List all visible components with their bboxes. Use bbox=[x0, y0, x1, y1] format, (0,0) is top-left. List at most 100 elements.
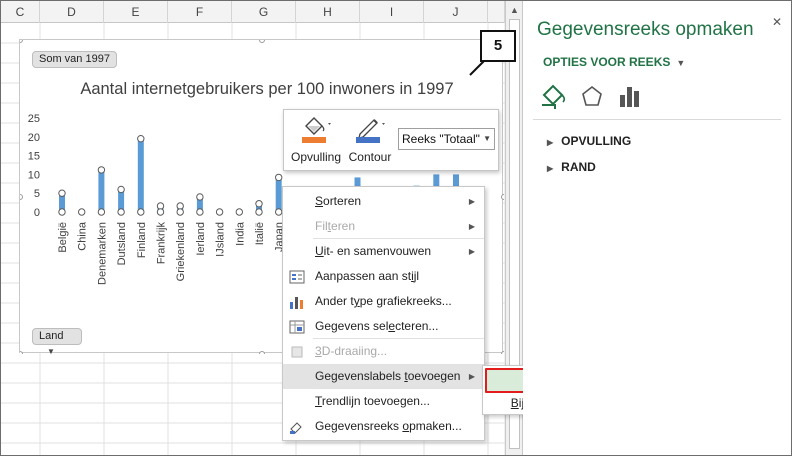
menu-item-label: Ander type grafiekreeks... bbox=[315, 294, 452, 308]
fill-line-tab-icon[interactable] bbox=[539, 81, 569, 113]
menu-item-uit-en-samenvouwen[interactable]: Uit- en samenvouwen ▶ bbox=[283, 239, 484, 264]
series-options-dropdown[interactable]: OPTIES VOOR REEKS ▼ bbox=[543, 55, 685, 69]
menu-item-label: Gegevens selecteren... bbox=[315, 319, 439, 333]
menu-item-label: Uit- en samenvouwen bbox=[315, 244, 432, 258]
resize-handle[interactable] bbox=[259, 351, 265, 355]
chevron-down-icon: ▼ bbox=[676, 58, 686, 68]
submenu-arrow-icon: ▶ bbox=[468, 247, 475, 256]
section-border-label: RAND bbox=[561, 160, 596, 174]
outline-button-label: Contour bbox=[348, 150, 392, 164]
x-tick-label: België bbox=[57, 222, 69, 253]
menu-item-label: Gegevenslabels toevoegen bbox=[315, 369, 461, 383]
selection-handle[interactable] bbox=[137, 208, 145, 216]
x-tick-label: Ierland bbox=[195, 222, 207, 256]
y-tick-label: 5 bbox=[34, 188, 40, 200]
section-border[interactable]: ▶ RAND bbox=[547, 160, 596, 174]
fill-button[interactable]: Opvulling bbox=[289, 114, 343, 164]
series-options-label: OPTIES VOOR REEKS bbox=[543, 55, 671, 69]
menu-item-filteren[interactable]: Filteren ▶ bbox=[283, 214, 484, 239]
column-header[interactable]: E bbox=[104, 1, 168, 23]
menu-item-gegevenslabels-toevoegen[interactable]: Gegevenslabels toevoegen ▶ bbox=[283, 364, 484, 389]
fill-color-swatch bbox=[302, 137, 326, 143]
series-selector[interactable]: Reeks "Totaal" ▼ bbox=[398, 128, 495, 150]
x-tick-label: India bbox=[234, 221, 246, 246]
menu-item-aanpassen-aan-stijl[interactable]: Aanpassen aan stijl bbox=[283, 264, 484, 289]
resize-handle[interactable] bbox=[501, 351, 505, 355]
selection-handle[interactable] bbox=[215, 208, 224, 216]
series-selector-value: Reeks "Totaal" bbox=[402, 132, 480, 146]
y-tick-label: 25 bbox=[28, 113, 40, 125]
menu-item-label: Aanpassen aan stijl bbox=[315, 269, 420, 283]
series-options-tab-icon[interactable] bbox=[617, 83, 643, 111]
menu-item-ander-type-grafiekreeks[interactable]: Ander type grafiekreeks... bbox=[283, 289, 484, 314]
outline-button[interactable]: Contour bbox=[346, 114, 394, 164]
data-bar[interactable] bbox=[275, 177, 282, 212]
data-bar[interactable] bbox=[137, 138, 144, 212]
scroll-up-icon[interactable]: ▲ bbox=[506, 3, 523, 17]
selection-handle[interactable] bbox=[117, 208, 125, 216]
selection-handle[interactable] bbox=[97, 208, 106, 216]
axis-field-button[interactable]: Land ▼ bbox=[32, 328, 82, 356]
y-tick-label: 10 bbox=[28, 169, 40, 181]
menu-item-gegevensreeks-opmaken[interactable]: Gegevensreeks opmaken... bbox=[283, 414, 484, 439]
resize-handle[interactable] bbox=[259, 40, 265, 43]
selection-handle[interactable] bbox=[235, 208, 244, 216]
selection-handle[interactable] bbox=[78, 208, 86, 216]
submenu-arrow-icon: ▶ bbox=[468, 197, 475, 206]
column-header[interactable]: I bbox=[360, 1, 424, 23]
column-header[interactable]: J bbox=[424, 1, 488, 23]
close-icon[interactable]: ✕ bbox=[772, 15, 782, 29]
selection-handle[interactable] bbox=[255, 208, 263, 216]
menu-item-label: 3D-draaiing... bbox=[315, 344, 388, 358]
selection-handle[interactable] bbox=[58, 208, 66, 216]
selection-handle[interactable] bbox=[156, 202, 165, 210]
context-menu: Sorteren ▶ Filteren ▶ Uit- en samenvouwen ▶ Aa… bbox=[282, 186, 485, 441]
axis-field-dropdown-icon: ▼ bbox=[47, 347, 55, 356]
column-header[interactable] bbox=[488, 1, 505, 23]
resize-handle[interactable] bbox=[20, 351, 23, 355]
column-header[interactable]: F bbox=[168, 1, 232, 23]
selection-handle[interactable] bbox=[137, 134, 145, 143]
menu-separator bbox=[313, 238, 484, 239]
column-header[interactable]: C bbox=[1, 1, 40, 23]
format-series-pane: Gegevensreeks opmaken ✕ OPTIES VOOR REEK… bbox=[523, 1, 791, 455]
menu-item-gegevens-selecteren[interactable]: Gegevens selecteren... bbox=[283, 314, 484, 339]
chevron-down-icon: ▼ bbox=[483, 134, 491, 143]
selection-handle[interactable] bbox=[97, 166, 106, 174]
reset-style-icon bbox=[289, 270, 305, 284]
column-header[interactable]: D bbox=[40, 1, 104, 23]
resize-handle[interactable] bbox=[20, 194, 23, 200]
x-tick-label: IJsland bbox=[215, 222, 227, 257]
x-tick-label: China bbox=[77, 221, 89, 251]
selection-handle[interactable] bbox=[275, 173, 283, 182]
worksheet[interactable]: CDEFGHIJ Som van 1997 Aantal internetgeb… bbox=[1, 1, 505, 455]
submenu-arrow-icon: ▶ bbox=[468, 372, 475, 381]
select-data-icon bbox=[289, 320, 305, 334]
menu-item-sorteren[interactable]: Sorteren ▶ bbox=[283, 189, 484, 214]
menu-item-trendlijn-toevoegen[interactable]: Trendlijn toevoegen... bbox=[283, 389, 484, 414]
resize-handle[interactable] bbox=[501, 194, 505, 200]
effects-tab-icon[interactable] bbox=[579, 83, 605, 111]
x-tick-label: Italië bbox=[254, 222, 266, 245]
menu-separator bbox=[313, 338, 484, 339]
selection-handle[interactable] bbox=[196, 208, 204, 216]
x-tick-label: Denemarken bbox=[96, 222, 108, 285]
column-header-bar: CDEFGHIJ bbox=[1, 1, 505, 23]
selection-handle[interactable] bbox=[58, 189, 66, 197]
selection-handle[interactable] bbox=[176, 208, 184, 216]
data-bar[interactable] bbox=[98, 169, 105, 212]
selection-handle[interactable] bbox=[156, 208, 165, 216]
format-series-icon bbox=[290, 422, 302, 434]
section-fill[interactable]: ▶ OPVULLING bbox=[547, 134, 631, 148]
selection-handle[interactable] bbox=[176, 202, 184, 210]
selection-handle[interactable] bbox=[196, 193, 204, 201]
column-header[interactable]: H bbox=[296, 1, 360, 23]
rotation-icon bbox=[291, 346, 303, 358]
menu-item-3d-draaiing[interactable]: 3D-draaiing... bbox=[283, 339, 484, 364]
chart-type-icon bbox=[290, 297, 303, 309]
selection-handle[interactable] bbox=[255, 200, 263, 208]
column-header[interactable]: G bbox=[232, 1, 296, 23]
resize-handle[interactable] bbox=[20, 40, 23, 43]
selection-handle[interactable] bbox=[117, 185, 125, 194]
selection-handle[interactable] bbox=[275, 208, 283, 216]
